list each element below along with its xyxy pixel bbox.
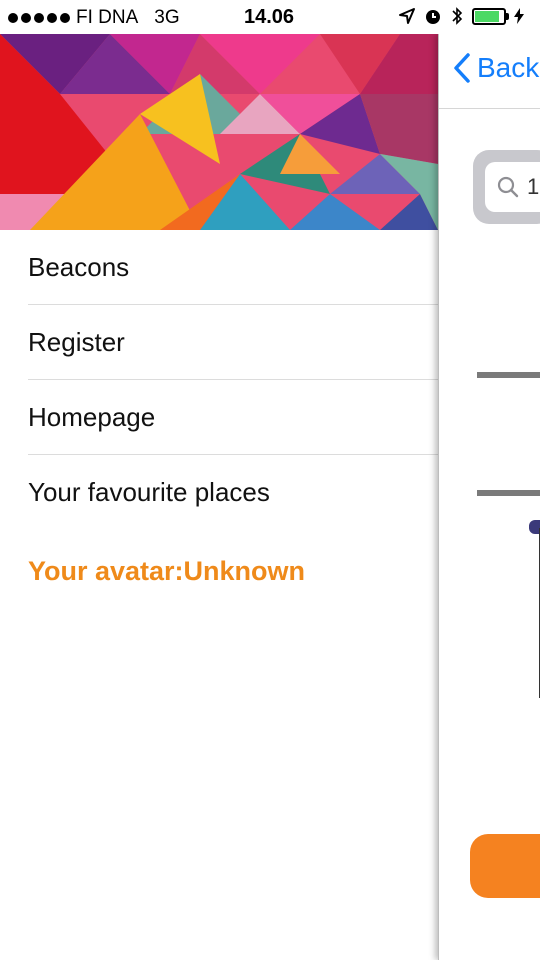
navigation-bar: Back xyxy=(439,34,540,109)
search-input-value: 1 xyxy=(527,174,540,199)
search-icon xyxy=(497,176,519,198)
status-time: 14.06 xyxy=(244,6,295,28)
drawer-menu: Beacons Register Homepage Your favourite… xyxy=(0,230,438,529)
status-bar-right xyxy=(398,6,524,26)
charging-bolt-icon xyxy=(514,8,524,24)
menu-item-register[interactable]: Register xyxy=(28,305,438,380)
battery-icon xyxy=(472,7,509,25)
orange-action-button[interactable] xyxy=(470,834,540,898)
search-bar: 1 xyxy=(473,150,540,224)
carrier-label: FI DNA xyxy=(76,7,139,28)
geometric-pattern-image xyxy=(0,34,438,230)
chevron-left-icon xyxy=(454,53,470,83)
menu-item-label: Beacons xyxy=(28,251,130,282)
menu-item-label: Homepage xyxy=(28,401,156,432)
menu-item-label: Your favourite places xyxy=(28,476,270,507)
menu-item-homepage[interactable]: Homepage xyxy=(28,380,438,455)
header-banner-image xyxy=(0,34,438,230)
back-button-label: Back xyxy=(477,52,540,83)
network-type-label: 3G xyxy=(154,7,180,28)
menu-item-label: Register xyxy=(28,326,125,357)
menu-item-favourite-places[interactable]: Your favourite places xyxy=(28,455,438,529)
alarm-clock-icon xyxy=(426,10,440,24)
search-input[interactable]: 1 xyxy=(485,162,540,212)
location-arrow-icon xyxy=(399,8,415,24)
menu-item-beacons[interactable]: Beacons xyxy=(28,230,438,305)
status-bar: FI DNA 3G 14.06 xyxy=(0,0,540,34)
back-button[interactable]: Back xyxy=(453,52,539,84)
signal-strength-icon xyxy=(8,13,70,23)
divider-line xyxy=(477,372,540,378)
side-drawer: Beacons Register Homepage Your favourite… xyxy=(0,0,438,960)
divider-line xyxy=(477,490,540,496)
main-view-panel[interactable]: Back 1 xyxy=(438,34,540,960)
status-bar-left: FI DNA 3G xyxy=(8,7,180,29)
bluetooth-icon xyxy=(452,7,463,25)
avatar-status-text: Your avatar:Unknown xyxy=(28,556,306,586)
